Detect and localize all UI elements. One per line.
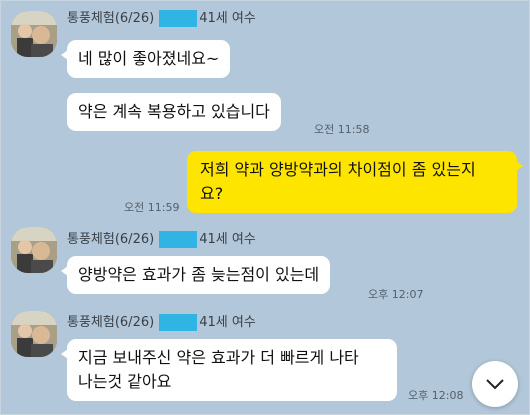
sender-name: 통풍체험(6/26) 41세 여수 xyxy=(67,314,256,331)
chevron-down-icon xyxy=(486,379,504,390)
message-bubble[interactable]: 지금 보내주신 약은 효과가 더 빠르게 나타 나는것 같아요 xyxy=(61,339,397,401)
message-time: 오후 12:07 xyxy=(368,288,424,301)
message-bubble[interactable]: 약은 계속 복용하고 있습니다 xyxy=(67,93,281,131)
message-time: 오전 11:58 xyxy=(314,123,370,136)
message-bubble[interactable]: 네 많이 좋아졌네요~ xyxy=(60,40,231,78)
my-message-bubble[interactable]: 저희 약과 양방약과의 차이점이 좀 있는지 요? xyxy=(187,151,523,213)
message-bubble[interactable]: 양방약은 효과가 좀 늦는점이 있는데 xyxy=(60,256,331,294)
message-time: 오전 11:59 xyxy=(124,201,180,214)
avatar-photo xyxy=(11,227,57,273)
avatar[interactable] xyxy=(11,11,57,57)
avatar[interactable] xyxy=(11,311,57,357)
sender-name: 통풍체험(6/26) 41세 여수 xyxy=(67,231,256,248)
sender-name: 통풍체험(6/26) 41세 여수 xyxy=(67,10,256,27)
redacted-name xyxy=(159,314,198,331)
avatar-photo xyxy=(11,11,57,57)
scroll-to-bottom-button[interactable] xyxy=(472,361,518,407)
redacted-name xyxy=(159,231,198,248)
redacted-name xyxy=(159,10,198,27)
message-time: 오후 12:08 xyxy=(408,389,464,402)
avatar[interactable] xyxy=(11,227,57,273)
avatar-photo xyxy=(11,311,57,357)
